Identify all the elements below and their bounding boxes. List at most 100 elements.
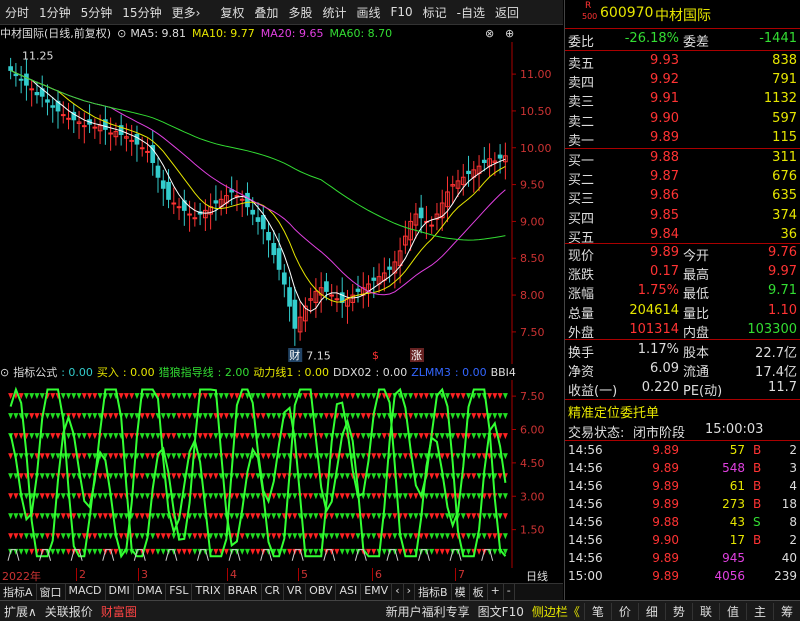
signal-arrow <box>44 413 50 420</box>
bottom-right-1[interactable]: 价 <box>610 602 638 620</box>
indicator-tab-12[interactable]: EMV <box>361 584 393 600</box>
expand-icon[interactable]: ⊕ <box>505 27 514 40</box>
bottom-mid-2[interactable]: 侧边栏《 <box>528 603 584 620</box>
signal-arrow <box>413 513 419 520</box>
signal-arrow <box>402 533 408 540</box>
signal-arrow <box>471 513 477 520</box>
indicator-tab-1[interactable]: 窗口 <box>37 584 66 600</box>
toolbar-item-3[interactable]: 15分钟 <box>117 4 166 21</box>
toolbar-item-6[interactable]: 叠加 <box>249 4 283 21</box>
bottom-right-2[interactable]: 细 <box>637 602 665 620</box>
indicator-tab-11[interactable]: ASI <box>336 584 362 600</box>
signal-arrow <box>371 533 377 540</box>
toolbar-item-7[interactable]: 多股 <box>283 4 317 21</box>
bottom-right-4[interactable]: 联 <box>691 602 719 620</box>
indicator-tab-14[interactable]: › <box>404 584 416 600</box>
signal-arrow <box>218 413 224 420</box>
signal-arrow <box>402 433 408 440</box>
indicator-tab-2[interactable]: MACD <box>66 584 106 600</box>
signal-arrow <box>250 433 256 440</box>
bid-price: 9.87 <box>650 169 679 185</box>
signal-arrow <box>8 413 14 420</box>
trade-volume: 43 <box>729 515 745 529</box>
date-month: 2 <box>76 568 86 581</box>
signal-arrow <box>344 473 350 480</box>
indicator-tab-16[interactable]: 模 <box>452 584 470 600</box>
indicator-tab-13[interactable]: ‹ <box>392 584 404 600</box>
indicator-tab-6[interactable]: TRIX <box>192 584 225 600</box>
toolbar-item-2[interactable]: 5分钟 <box>76 4 118 21</box>
signal-arrow <box>302 393 308 400</box>
trade-row: 14:56 9.89 61 B 4 <box>565 478 800 496</box>
indicator-tab-18[interactable]: + <box>488 584 504 600</box>
signal-arrow <box>339 473 345 480</box>
divider <box>565 28 800 29</box>
indicator-tab-19[interactable]: - <box>504 584 515 600</box>
signal-arrow <box>366 493 372 500</box>
toolbar-item-5[interactable]: 复权 <box>215 4 249 21</box>
trade-price: 9.89 <box>652 479 679 493</box>
signal-arrow <box>113 413 119 420</box>
marker-cai[interactable]: 财 <box>289 348 300 362</box>
toolbar-item-9[interactable]: 画线 <box>351 4 385 21</box>
bid-label: 买一 <box>568 154 595 169</box>
bottom-right-6[interactable]: 主 <box>745 602 773 620</box>
indicator-tab-8[interactable]: CR <box>262 584 284 600</box>
toolbar-item-8[interactable]: 统计 <box>317 4 351 21</box>
trade-price: 9.90 <box>652 533 679 547</box>
bottom-left-0[interactable]: 扩展∧ <box>0 603 41 620</box>
marker-zhang[interactable]: 涨 <box>411 349 422 362</box>
trade-price: 9.89 <box>652 551 679 565</box>
signal-arrow <box>18 453 24 460</box>
signal-arrow <box>329 513 335 520</box>
ask-price: 9.91 <box>650 91 679 107</box>
toolbar-item-10[interactable]: F10 <box>385 5 417 19</box>
signal-arrow <box>271 493 277 500</box>
date-month: 4 <box>227 568 237 581</box>
signal-arrow <box>318 453 324 460</box>
bottom-mid-0[interactable]: 新用户福利专享 <box>382 603 474 620</box>
bottom-right-3[interactable]: 势 <box>664 602 692 620</box>
indicator-tab-0[interactable]: 指标A <box>0 584 37 600</box>
signal-arrow <box>76 433 82 440</box>
signal-arrow <box>160 548 166 555</box>
signal-arrow <box>408 413 414 420</box>
signal-arrow <box>313 513 319 520</box>
indicator-tab-17[interactable]: 板 <box>470 584 488 600</box>
candle-body <box>497 154 503 159</box>
indicator-chart[interactable]: 1.50 3.00 4.50 6.00 7.50 <box>0 380 563 568</box>
indicator-tab-10[interactable]: OBV <box>306 584 337 600</box>
toolbar-item-11[interactable]: 标记 <box>418 4 452 21</box>
period-label[interactable]: 日线 <box>526 568 548 584</box>
bottom-right-0[interactable]: 笔 <box>583 602 611 620</box>
signal-arrow <box>87 473 93 480</box>
bottom-left-2[interactable]: 财富圈 <box>97 603 141 620</box>
signal-arrow <box>323 413 329 420</box>
toolbar-item-12[interactable]: -自选 <box>452 4 490 21</box>
indicator-tab-3[interactable]: DMI <box>106 584 134 600</box>
bottom-mid-1[interactable]: 图文F10 <box>474 603 528 620</box>
indicator-tab-4[interactable]: DMA <box>134 584 167 600</box>
marker-dollar[interactable]: $ <box>372 349 379 362</box>
dropdown-icon[interactable]: ⊙ <box>117 27 126 40</box>
candlestick-chart[interactable]: 7.50 8.00 8.50 9.00 9.50 10.00 10.50 11.00 11.25… <box>0 42 563 364</box>
close-icon[interactable]: ⊗ <box>485 27 494 40</box>
dropdown-icon[interactable]: ⊙ <box>0 366 9 379</box>
indicator-tab-7[interactable]: BRAR <box>225 584 262 600</box>
signal-arrow <box>155 548 161 555</box>
signal-arrow <box>360 453 366 460</box>
toolbar-item-1[interactable]: 1分钟 <box>34 4 76 21</box>
signal-arrow <box>29 548 35 555</box>
stat2-row: 收益(一) 0.220 PE(动) 11.7 <box>565 379 800 399</box>
indicator-tab-5[interactable]: FSL <box>166 584 193 600</box>
toolbar-item-0[interactable]: 分时 <box>0 4 34 21</box>
indicator-tab-15[interactable]: 指标B <box>415 584 452 600</box>
bottom-left-1[interactable]: 关联报价 <box>41 603 97 620</box>
signal-arrow <box>244 453 250 460</box>
indicator-tab-9[interactable]: VR <box>284 584 307 600</box>
bottom-right-7[interactable]: 筹 <box>772 602 800 620</box>
toolbar-item-4[interactable]: 更多› <box>167 4 206 21</box>
toolbar-item-13[interactable]: 返回 <box>490 4 524 21</box>
signal-arrow <box>202 433 208 440</box>
bottom-right-5[interactable]: 值 <box>718 602 746 620</box>
